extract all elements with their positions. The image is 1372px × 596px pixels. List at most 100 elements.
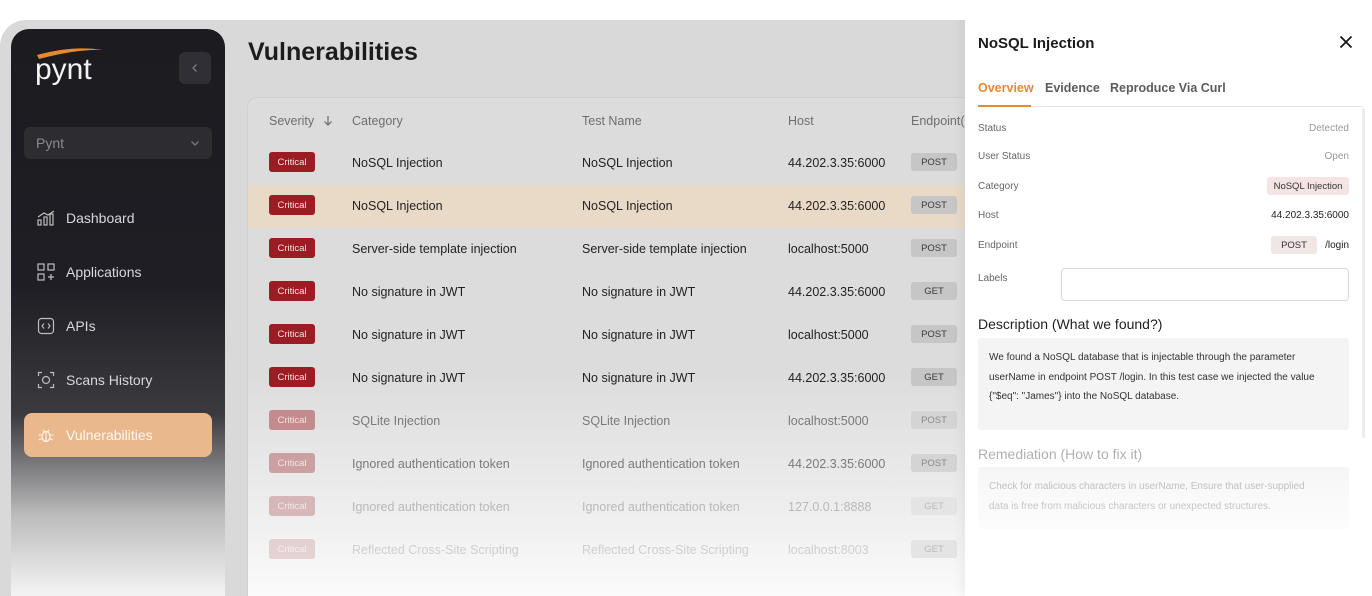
test-name-cell: Ignored authentication token [582, 500, 740, 514]
endpoint-path: /login [1325, 240, 1349, 251]
nav-item-applications[interactable]: Applications [24, 250, 212, 294]
table-row[interactable]: Critical No signature in JWT No signature … [248, 271, 987, 314]
method-badge: POST [911, 196, 957, 214]
table-row[interactable]: Critical No signature in JWT No signature … [248, 357, 987, 400]
category-cell: No signature in JWT [352, 285, 466, 299]
column-header-category[interactable]: Category [352, 114, 403, 128]
severity-badge: Critical [269, 410, 315, 430]
severity-badge: Critical [269, 539, 315, 559]
tab-overview[interactable]: Overview [978, 81, 1034, 95]
organization-select[interactable]: Pynt [24, 127, 212, 159]
column-header-endpoint[interactable]: Endpoint( [911, 114, 965, 128]
host-cell: 44.202.3.35:6000 [788, 156, 886, 170]
test-name-cell: NoSQL Injection [582, 156, 673, 170]
method-badge: POST [911, 325, 957, 343]
host-cell: localhost:5000 [788, 414, 869, 428]
category-cell: No signature in JWT [352, 328, 466, 342]
tab-reproduce-via-curl[interactable]: Reproduce Via Curl [1110, 81, 1226, 95]
table-row[interactable]: Critical Ignored authentication token Igno… [248, 443, 987, 486]
nav-item-vulnerabilities[interactable]: Vulnerabilities [24, 413, 212, 457]
endpoint-label: Endpoint [978, 240, 1018, 251]
endpoint-method-badge: POST [1271, 236, 1317, 254]
method-badge: GET [911, 540, 957, 558]
page-title: Vulnerabilities [248, 38, 418, 66]
host-cell: localhost:8003 [788, 543, 869, 557]
active-tab-indicator [978, 105, 1031, 107]
nav-item-label: Vulnerabilities [66, 427, 153, 443]
status-value: Detected [1308, 123, 1349, 134]
host-cell: 44.202.3.35:6000 [788, 457, 886, 471]
category-cell: NoSQL Injection [352, 156, 443, 170]
chevron-down-icon [191, 141, 199, 146]
vulnerability-detail-panel: NoSQL Injection Overview Evidence Reprod… [965, 20, 1372, 596]
nav-item-dashboard[interactable]: Dashboard [24, 196, 212, 240]
table-row[interactable]: Critical Ignored authentication token Igno… [248, 486, 987, 529]
app-frame: pynt Pynt Dashboard Applications APIs Sc… [0, 20, 1372, 596]
description-line: {"$eq": "James"} into the NoSQL database… [989, 391, 1180, 402]
remediation-line: Check for malicious characters in userNa… [989, 481, 1305, 492]
panel-scrollbar[interactable] [1362, 108, 1365, 438]
nav-item-scans-history[interactable]: Scans History [24, 358, 212, 402]
table-row[interactable]: Critical Server-side template injection Se… [248, 228, 987, 271]
host-cell: localhost:5000 [788, 242, 869, 256]
host-value: 44.202.3.35:6000 [1271, 210, 1349, 221]
labels-input[interactable] [1061, 268, 1349, 301]
category-cell: No signature in JWT [352, 371, 466, 385]
category-cell: Reflected Cross-Site Scripting [352, 543, 519, 557]
severity-badge: Critical [269, 496, 315, 516]
nav-item-label: Scans History [66, 372, 153, 388]
table-row[interactable]: Critical No signature in JWT No signature … [248, 314, 987, 357]
pynt-logo[interactable]: pynt [33, 41, 113, 87]
column-header-test-name[interactable]: Test Name [582, 114, 642, 128]
table-row[interactable]: Critical SQLite Injection SQLite Injection… [248, 400, 987, 443]
category-label: Category [978, 181, 1019, 192]
vulnerabilities-table: Severity Category Test Name Host Endpoin… [247, 97, 987, 596]
category-cell: Ignored authentication token [352, 500, 510, 514]
nav-item-apis[interactable]: APIs [24, 304, 212, 348]
test-name-cell: No signature in JWT [582, 285, 696, 299]
method-badge: POST [911, 153, 957, 171]
description-line: We found a NoSQL database that is inject… [989, 352, 1296, 363]
test-name-cell: No signature in JWT [582, 371, 696, 385]
host-cell: 44.202.3.35:6000 [788, 199, 886, 213]
category-cell: Server-side template injection [352, 242, 517, 256]
column-header-host[interactable]: Host [788, 114, 814, 128]
severity-badge: Critical [269, 238, 315, 258]
collapse-sidebar-button[interactable] [179, 52, 211, 84]
description-heading: Description (What we found?) [978, 316, 1163, 332]
method-badge: GET [911, 282, 957, 300]
table-row[interactable]: Critical NoSQL Injection NoSQL Injection 44… [248, 185, 987, 228]
panel-tabs: Overview Evidence Reproduce Via Curl [978, 81, 1363, 107]
remediation-box: Check for malicious characters in userNa… [978, 467, 1349, 529]
method-badge: GET [911, 497, 957, 515]
organization-select-value: Pynt [36, 135, 65, 151]
chevron-left-icon [192, 64, 197, 72]
category-cell: SQLite Injection [352, 414, 441, 428]
user-status-value[interactable]: Open [1325, 151, 1349, 162]
table-row[interactable]: Critical Reflected Cross-Site Scripting Re… [248, 529, 987, 572]
column-header-severity[interactable]: Severity [269, 114, 333, 128]
method-badge: POST [911, 454, 957, 472]
severity-badge: Critical [269, 152, 315, 172]
test-name-cell: Reflected Cross-Site Scripting [582, 543, 749, 557]
tab-evidence[interactable]: Evidence [1045, 81, 1100, 95]
description-line: userName in endpoint POST /login. In thi… [989, 371, 1315, 383]
nav-item-label: Applications [66, 264, 142, 280]
logo-text: pynt [35, 53, 92, 86]
table-row[interactable]: Critical NoSQL Injection NoSQL Injection 44… [248, 142, 987, 185]
api-code-icon [36, 316, 56, 336]
nav-item-label: Dashboard [66, 210, 135, 226]
host-cell: 44.202.3.35:6000 [788, 285, 886, 299]
host-cell: localhost:5000 [788, 328, 869, 342]
panel-title: NoSQL Injection [978, 35, 1095, 52]
sort-arrow-down-icon [323, 116, 332, 126]
close-panel-button[interactable] [1337, 33, 1355, 51]
description-box: We found a NoSQL database that is inject… [978, 338, 1349, 430]
remediation-line: data is free from malicious characters o… [989, 500, 1271, 512]
test-name-cell: NoSQL Injection [582, 199, 673, 213]
host-cell: 44.202.3.35:6000 [788, 371, 886, 385]
applications-grid-icon [36, 262, 56, 282]
close-icon [1339, 35, 1353, 49]
dashboard-chart-icon [36, 208, 56, 228]
severity-badge: Critical [269, 324, 315, 344]
